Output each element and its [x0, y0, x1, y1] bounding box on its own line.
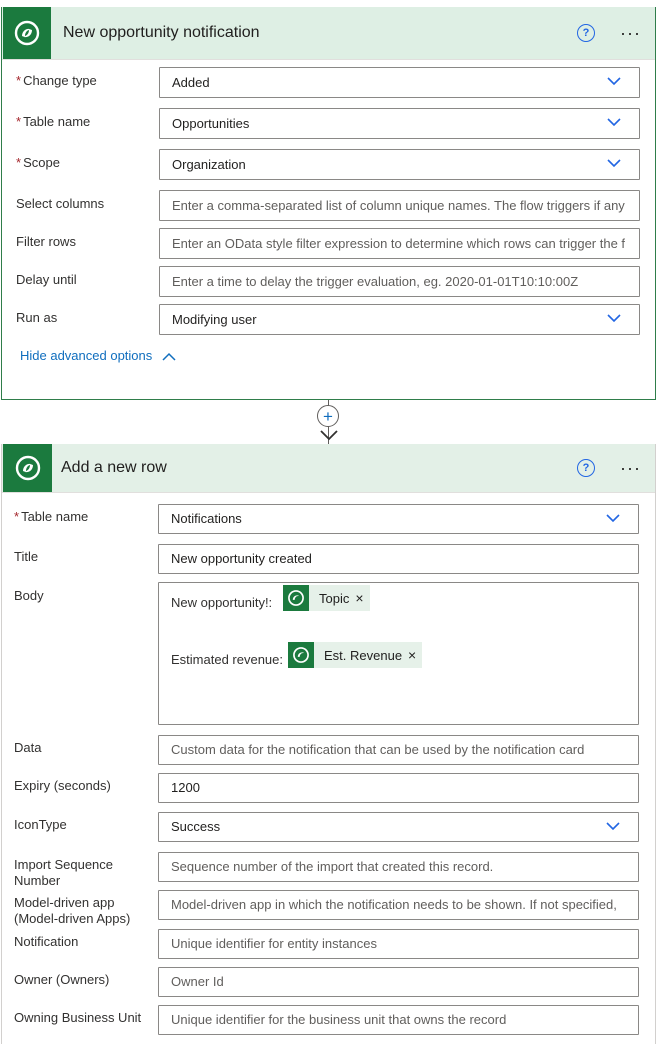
hide-advanced-options-label[interactable]: Hide advanced options: [20, 348, 152, 363]
body-label: Body: [14, 588, 44, 603]
field-dropdown[interactable]: Modifying user: [159, 304, 640, 335]
dataverse-token-icon: [283, 585, 309, 611]
data-label: Data: [14, 740, 42, 755]
body-line1-text: New opportunity!:: [171, 595, 273, 610]
data-input[interactable]: Custom data for the notification that ca…: [158, 735, 639, 765]
title-label: Title: [14, 549, 39, 564]
chevron-down-icon: [606, 514, 620, 523]
notification-label: Notification: [14, 934, 79, 949]
trigger-header[interactable]: New opportunity notification ? ···: [2, 7, 655, 60]
chevron-down-icon: [606, 822, 620, 831]
action-header[interactable]: Add a new row ? ···: [2, 444, 655, 493]
field-label: Filter rows: [16, 234, 76, 249]
more-options-icon[interactable]: ···: [620, 23, 641, 44]
icon-type-dropdown[interactable]: Success: [158, 812, 639, 842]
est-revenue-token[interactable]: Est. Revenue ×: [288, 642, 423, 668]
dataverse-logo-icon: [3, 7, 51, 59]
table-name-label: * Table name: [14, 509, 89, 524]
remove-token-icon[interactable]: ×: [408, 647, 422, 663]
field-dropdown[interactable]: Opportunities: [159, 108, 640, 139]
arrow-down-icon: [320, 430, 338, 441]
trigger-title[interactable]: New opportunity notification: [63, 7, 260, 59]
chevron-down-icon: [607, 159, 621, 168]
field-input[interactable]: Enter a comma-separated list of column u…: [159, 190, 640, 221]
add-step-button[interactable]: +: [317, 405, 339, 427]
field-dropdown[interactable]: Organization: [159, 149, 640, 180]
help-icon[interactable]: ?: [577, 24, 595, 42]
icon-type-label: IconType: [14, 817, 67, 832]
remove-token-icon[interactable]: ×: [355, 590, 369, 606]
chevron-up-icon: [162, 352, 176, 361]
more-options-icon[interactable]: ···: [620, 458, 641, 479]
field-label: Select columns: [16, 196, 105, 211]
field-label: Run as: [16, 310, 58, 325]
import-sequence-label: Import Sequence Number: [14, 857, 114, 888]
chevron-down-icon: [607, 118, 621, 127]
action-title[interactable]: Add a new row: [61, 444, 167, 492]
body-textarea[interactable]: New opportunity!: Topic × Estimated reve…: [158, 582, 639, 725]
body-line2-text: Estimated revenue:: [171, 652, 284, 667]
field-input[interactable]: Enter an OData style filter expression t…: [159, 228, 640, 259]
field-label: Delay until: [16, 272, 77, 287]
owner-input[interactable]: Owner Id: [158, 967, 639, 997]
field-label: * Change type: [16, 73, 97, 88]
chevron-down-icon: [607, 314, 621, 323]
title-input[interactable]: New opportunity created: [158, 544, 639, 574]
dataverse-token-icon: [288, 642, 314, 668]
hide-advanced-options-link[interactable]: Hide advanced options: [20, 348, 176, 363]
field-dropdown[interactable]: Added: [159, 67, 640, 98]
owner-label: Owner (Owners): [14, 972, 110, 987]
field-label: * Scope: [16, 155, 60, 170]
field-input[interactable]: Enter a time to delay the trigger evalua…: [159, 266, 640, 297]
field-label: * Table name: [16, 114, 91, 129]
model-driven-app-input[interactable]: Model-driven app in which the notificati…: [158, 890, 639, 920]
table-name-dropdown[interactable]: Notifications: [158, 504, 639, 534]
topic-token[interactable]: Topic ×: [283, 585, 370, 611]
import-sequence-input[interactable]: Sequence number of the import that creat…: [158, 852, 639, 882]
expiry-input[interactable]: 1200: [158, 773, 639, 803]
notification-input[interactable]: Unique identifier for entity instances: [158, 929, 639, 959]
dataverse-logo-icon: [3, 444, 52, 492]
help-icon[interactable]: ?: [577, 459, 595, 477]
owning-business-unit-input[interactable]: Unique identifier for the business unit …: [158, 1005, 639, 1035]
expiry-label: Expiry (seconds): [14, 778, 111, 793]
model-driven-app-label: Model-driven app (Model-driven Apps): [14, 895, 131, 926]
chevron-down-icon: [607, 77, 621, 86]
